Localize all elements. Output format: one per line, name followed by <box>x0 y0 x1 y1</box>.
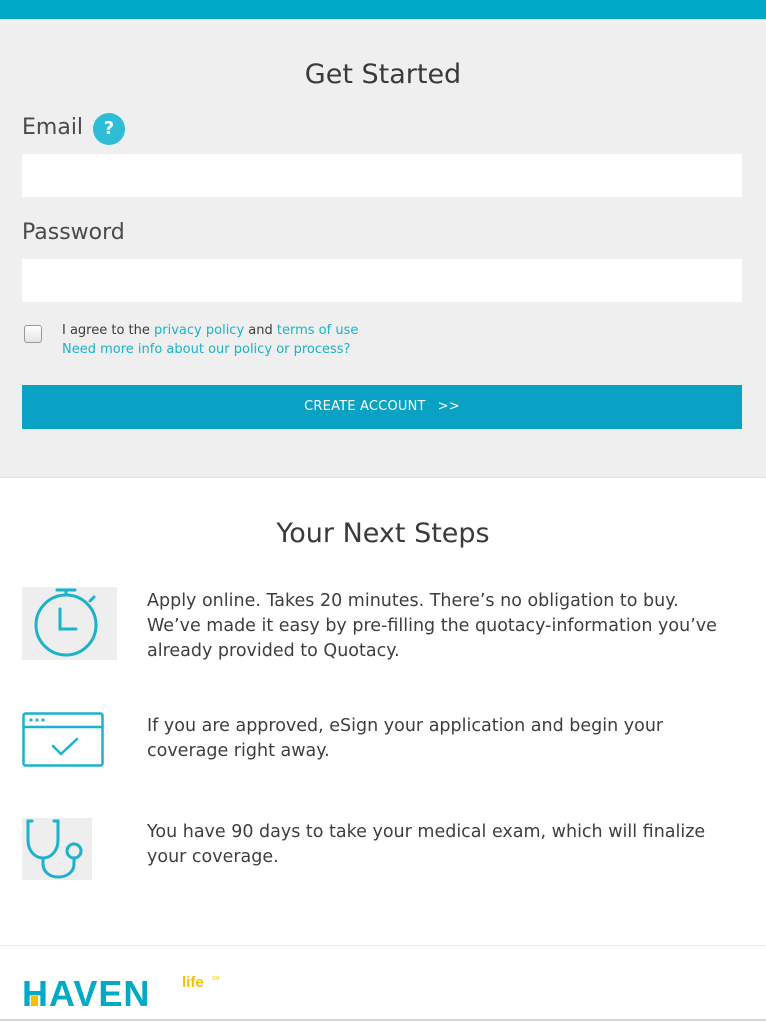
terms-of-use-link[interactable]: terms of use <box>277 323 358 338</box>
step-text-apply: Apply online. Takes 20 minutes. There’s … <box>147 591 717 661</box>
privacy-policy-link[interactable]: privacy policy <box>154 323 244 338</box>
logo-life: life <box>182 974 204 991</box>
help-icon[interactable]: ? <box>93 113 125 145</box>
agree-prefix: I agree to the <box>62 323 150 338</box>
logo-service-mark: SM <box>212 976 220 982</box>
stethoscope-icon <box>22 818 92 880</box>
step-text-exam: You have 90 days to take your medical ex… <box>147 822 706 867</box>
agree-checkbox[interactable] <box>24 325 42 343</box>
footer-divider <box>0 945 766 946</box>
policy-info-link[interactable]: Need more info about our policy or proce… <box>62 342 350 357</box>
step-text-esign: If you are approved, eSign your applicat… <box>147 716 664 761</box>
create-account-label: CREATE ACCOUNT <box>304 399 426 414</box>
form-title: Get Started <box>304 59 462 90</box>
chevron-double-right-icon: >> <box>437 399 460 414</box>
email-field[interactable] <box>22 154 742 197</box>
email-label: Email <box>22 115 84 140</box>
haven-life-logo[interactable]: HAVEN life SM <box>22 972 222 1014</box>
top-accent-bar <box>0 0 766 19</box>
create-account-button[interactable]: CREATE ACCOUNT >> <box>22 385 742 429</box>
bottom-divider <box>0 1019 766 1021</box>
signup-form-panel: Get Started Email ? Password I agree to … <box>0 19 766 478</box>
agree-text: I agree to the privacy policy and terms … <box>62 323 358 338</box>
stopwatch-icon <box>22 587 117 660</box>
logo-door-mark <box>31 996 38 1006</box>
password-label: Password <box>22 220 125 245</box>
logo-wordmark: HAVEN <box>22 973 150 1012</box>
browser-check-icon <box>22 712 104 767</box>
steps-title: Your Next Steps <box>276 518 490 549</box>
password-field[interactable] <box>22 259 742 302</box>
agree-and: and <box>248 323 273 338</box>
